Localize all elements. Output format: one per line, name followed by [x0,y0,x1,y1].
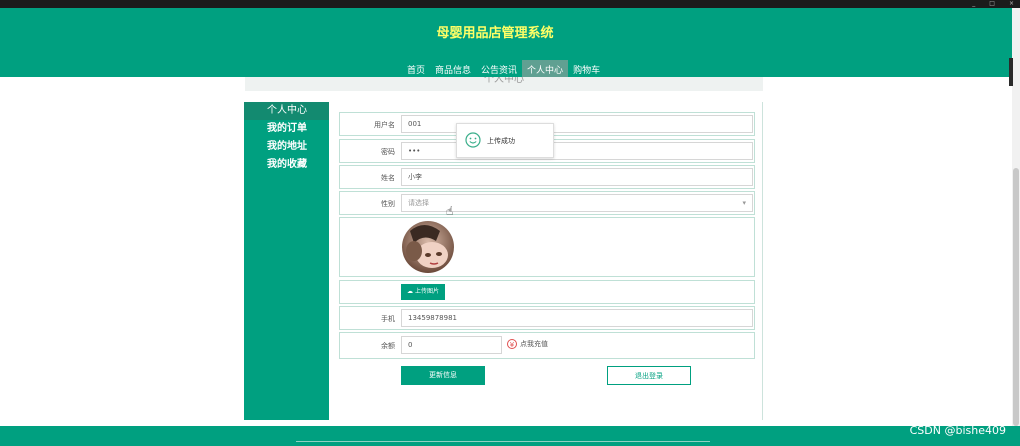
update-info-button[interactable]: 更新信息 [401,366,485,385]
form-row-gender: 性别 请选择 ▾ [339,191,755,215]
toast-notification: 上传成功 [456,123,554,158]
toast-message: 上传成功 [487,137,515,145]
cloud-upload-icon: ☁ [407,288,414,295]
balance-input[interactable]: 0 [401,336,502,354]
content-divider [762,102,763,420]
window-controls: _ □ × [972,0,1014,8]
edge-marker [1009,58,1013,86]
gender-select[interactable]: 请选择 ▾ [401,194,753,212]
password-label: 密码 [381,148,395,156]
mouse-cursor-icon: ☝ [446,204,454,218]
footer-divider [296,441,710,442]
gender-label: 性别 [381,200,395,208]
watermark: CSDN @bishe409 [909,424,1006,437]
phone-input[interactable]: 13459878981 [401,309,753,327]
sidebar: 个人中心 我的订单 我的地址 我的收藏 [244,102,329,420]
sidebar-item-orders[interactable]: 我的订单 [244,120,329,138]
form-row-name: 姓名 小李 [339,165,755,189]
username-input[interactable]: 001 [401,115,753,133]
upload-button-label: 上传图片 [414,288,439,295]
password-input[interactable]: ••• [401,142,753,160]
page-title: 个人中心 [245,77,763,91]
sidebar-item-address[interactable]: 我的地址 [244,138,329,156]
chevron-down-icon: ▾ [742,199,746,207]
form-row-phone: 手机 13459878981 [339,306,755,330]
name-label: 姓名 [381,174,395,182]
balance-label: 余额 [381,342,395,350]
maximize-button[interactable]: □ [989,0,995,8]
smile-icon [465,132,481,148]
site-header: 母婴用品店管理系统 首页 商品信息 公告资讯 个人中心 购物车 [0,8,1020,79]
close-button[interactable]: × [1009,0,1014,8]
form-row-avatar [339,217,755,277]
minimize-button[interactable]: _ [972,0,975,8]
phone-label: 手机 [381,315,395,323]
recharge-icon: ¥ [507,339,517,349]
username-label: 用户名 [374,121,395,129]
name-input[interactable]: 小李 [401,168,753,186]
form-row-upload: ☁ 上传图片 [339,280,755,304]
form-row-balance: 余额 0 ¥ 点我充值 [339,332,755,359]
sidebar-item-favorites[interactable]: 我的收藏 [244,156,329,174]
window-titlebar: _ □ × [0,0,1020,8]
footer [0,426,1020,446]
recharge-label: 点我充值 [520,340,548,348]
upload-image-button[interactable]: ☁ 上传图片 [401,284,445,300]
recharge-link[interactable]: ¥ 点我充值 [507,339,548,349]
gender-placeholder: 请选择 [408,199,429,207]
site-title: 母婴用品店管理系统 [436,26,554,41]
logout-button[interactable]: 退出登录 [607,366,691,385]
page-scrollbar[interactable] [1012,8,1020,426]
scrollbar-thumb[interactable] [1013,168,1019,426]
sidebar-item-personal-center[interactable]: 个人中心 [244,102,329,120]
avatar-image [402,221,454,273]
